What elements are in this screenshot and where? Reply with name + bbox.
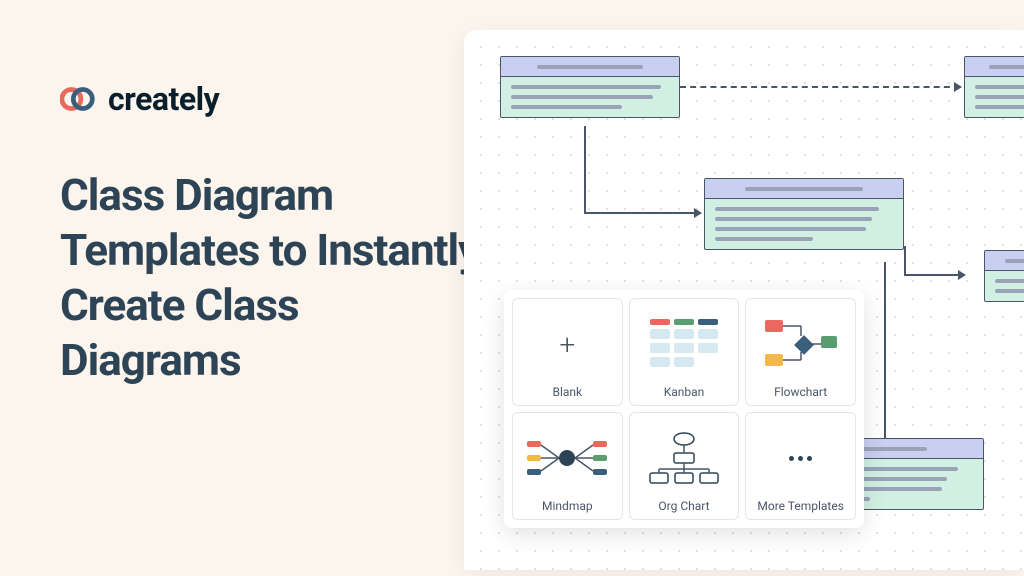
brand-logo: creately <box>60 80 480 118</box>
tile-label: Flowchart <box>774 385 827 399</box>
template-picker-panel: + Blank Kanban <box>504 290 864 528</box>
brand-name: creately <box>108 80 219 118</box>
template-tile-orgchart[interactable]: Org Chart <box>629 412 740 520</box>
orgchart-icon <box>636 421 733 495</box>
class-node[interactable] <box>964 56 1024 118</box>
tile-label: Mindmap <box>542 499 593 513</box>
page-headline: Class Diagram Templates to Instantly Cre… <box>60 168 480 388</box>
connector <box>884 262 886 438</box>
logo-icon <box>60 85 98 113</box>
flowchart-icon <box>752 307 849 381</box>
class-node[interactable] <box>984 250 1024 302</box>
tile-label: Kanban <box>664 385 705 399</box>
kanban-icon <box>636 307 733 381</box>
connector-dashed <box>680 86 960 88</box>
template-tile-mindmap[interactable]: Mindmap <box>512 412 623 520</box>
connector <box>904 246 906 274</box>
template-tile-blank[interactable]: + Blank <box>512 298 623 406</box>
template-tile-kanban[interactable]: Kanban <box>629 298 740 406</box>
arrow-icon <box>694 208 702 218</box>
tile-label: More Templates <box>757 499 844 513</box>
template-tile-more[interactable]: More Templates <box>745 412 856 520</box>
plus-icon: + <box>559 328 575 361</box>
connector <box>904 274 964 276</box>
connector <box>584 126 586 214</box>
class-node[interactable] <box>500 56 680 118</box>
mindmap-icon <box>519 421 616 495</box>
arrow-icon <box>954 82 962 92</box>
class-node[interactable] <box>704 178 904 250</box>
arrow-icon <box>958 270 966 280</box>
tile-label: Org Chart <box>658 499 709 513</box>
template-tile-flowchart[interactable]: Flowchart <box>745 298 856 406</box>
tile-label: Blank <box>553 385 583 399</box>
more-icon <box>789 456 812 461</box>
connector <box>584 212 698 214</box>
diagram-canvas[interactable]: + Blank Kanban <box>464 30 1024 570</box>
